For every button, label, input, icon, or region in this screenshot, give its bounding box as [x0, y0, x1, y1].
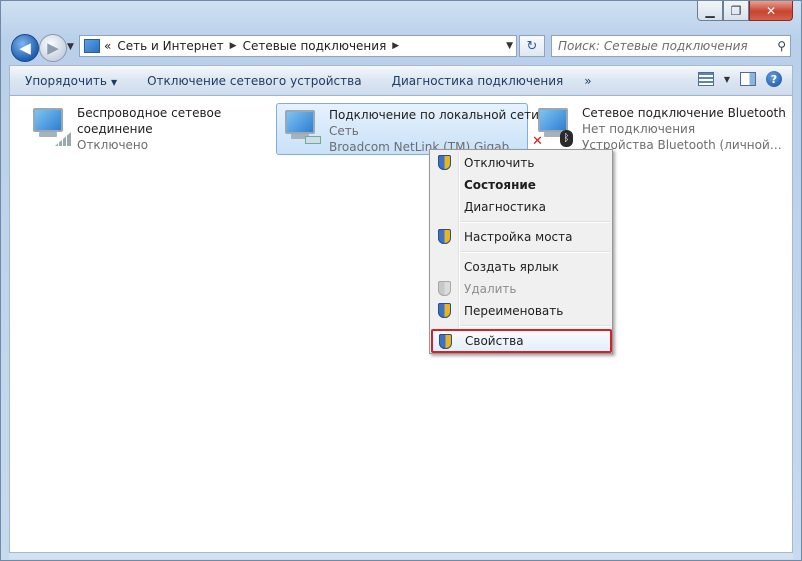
preview-pane-icon[interactable]: [740, 72, 756, 86]
connection-status: Сеть: [329, 124, 359, 138]
back-button[interactable]: ◀: [11, 34, 39, 62]
recent-pages-dropdown[interactable]: ▼: [67, 42, 74, 52]
breadcrumb-network-connections[interactable]: Сетевые подключения: [243, 39, 387, 53]
uac-shield-icon: [438, 155, 451, 170]
disable-device-button[interactable]: Отключение сетевого устройства: [132, 74, 376, 88]
menu-item-label: Создать ярлык: [464, 260, 559, 274]
bluetooth-icon: ᛒ: [560, 130, 573, 147]
lan-network-icon: [277, 104, 323, 148]
connection-item-bluetooth[interactable]: ✕ ᛒ Сетевое подключение Bluetooth Нет по…: [530, 102, 790, 154]
connection-name: Беспроводное сетевое: [77, 106, 222, 120]
menu-item-disable[interactable]: Отключить: [432, 152, 610, 174]
uac-shield-icon: [438, 281, 451, 296]
breadcrumb-overflow[interactable]: «: [104, 39, 111, 53]
change-view-icon[interactable]: [697, 72, 714, 86]
breadcrumb-network-internet[interactable]: Сеть и Интернет: [117, 39, 223, 53]
uac-shield-icon: [438, 229, 451, 244]
explorer-window: ▁ ❐ ✕ ◀ ▶ ▼ « Сеть и Интернет ▶ Сетевые …: [0, 0, 802, 561]
maximize-button[interactable]: ❐: [723, 1, 749, 21]
menu-separator: [460, 325, 610, 327]
context-menu: Отключить Состояние Диагностика Настройк…: [429, 149, 613, 354]
status-bar: [9, 553, 793, 559]
connection-name: Сетевое подключение Bluetooth: [582, 106, 786, 120]
disconnected-x-icon: ✕: [532, 134, 543, 149]
menu-item-rename[interactable]: Переименовать: [432, 300, 610, 322]
breadcrumb-separator-icon[interactable]: ▶: [392, 41, 399, 51]
menu-item-label: Состояние: [464, 178, 536, 192]
toolbar-right-group: ▼ ?: [697, 71, 782, 87]
search-input[interactable]: Поиск: Сетевые подключения ⚲: [551, 35, 791, 57]
refresh-button[interactable]: ↻: [519, 35, 545, 57]
connection-status: Нет подключения: [582, 122, 696, 136]
menu-item-create-shortcut[interactable]: Создать ярлык: [432, 256, 610, 278]
breadcrumb-separator-icon[interactable]: ▶: [230, 41, 237, 51]
menu-item-label: Отключить: [464, 156, 535, 170]
diagnose-connection-button[interactable]: Диагностика подключения: [377, 74, 579, 88]
menu-item-properties[interactable]: Свойства: [431, 329, 612, 353]
connection-status: Отключено: [77, 138, 149, 152]
connection-item-wireless[interactable]: Беспроводное сетевое соединение Отключен…: [25, 102, 245, 154]
connection-name-cont: соединение: [77, 122, 153, 136]
chevron-down-icon: ▼: [110, 77, 118, 87]
navigation-bar: ◀ ▶ ▼ « Сеть и Интернет ▶ Сетевые подклю…: [1, 31, 801, 65]
organize-label: Упорядочить: [25, 73, 107, 88]
address-bar[interactable]: « Сеть и Интернет ▶ Сетевые подключения …: [79, 35, 517, 57]
menu-item-label: Свойства: [465, 334, 524, 348]
command-toolbar: Упорядочить ▼ Отключение сетевого устройс…: [9, 65, 793, 96]
menu-separator: [460, 251, 610, 253]
bluetooth-network-icon: ✕ ᛒ: [530, 102, 576, 149]
menu-item-label: Удалить: [464, 282, 517, 296]
menu-item-label: Настройка моста: [464, 230, 573, 244]
search-icon[interactable]: ⚲: [777, 39, 786, 53]
wireless-network-icon: [25, 102, 71, 146]
uac-shield-icon: [438, 303, 451, 318]
close-button[interactable]: ✕: [749, 1, 793, 21]
breadcrumb: « Сеть и Интернет ▶ Сетевые подключения …: [104, 39, 399, 53]
more-commands-button[interactable]: »: [578, 74, 597, 88]
minimize-button[interactable]: ▁: [697, 1, 723, 21]
menu-item-diagnose[interactable]: Диагностика: [432, 196, 610, 218]
menu-item-bridge[interactable]: Настройка моста: [432, 226, 610, 248]
organize-button[interactable]: Упорядочить ▼: [10, 74, 132, 88]
address-dropdown-icon[interactable]: ▼: [506, 41, 513, 51]
menu-item-label: Диагностика: [464, 200, 547, 214]
menu-item-delete[interactable]: Удалить: [432, 278, 610, 300]
connections-pane: Беспроводное сетевое соединение Отключен…: [9, 96, 793, 553]
caption-buttons: ▁ ❐ ✕: [697, 1, 793, 21]
view-dropdown-icon[interactable]: ▼: [724, 75, 730, 84]
menu-item-status[interactable]: Состояние: [432, 174, 610, 196]
help-icon[interactable]: ?: [766, 71, 782, 87]
uac-shield-icon: [439, 334, 452, 349]
search-placeholder: Поиск: Сетевые подключения: [558, 39, 748, 53]
menu-separator: [460, 221, 610, 223]
forward-button[interactable]: ▶: [39, 34, 67, 62]
connection-item-lan[interactable]: Подключение по локальной сети Сеть Broad…: [276, 103, 539, 155]
connection-name: Подключение по локальной сети: [329, 108, 539, 122]
menu-item-label: Переименовать: [464, 304, 564, 318]
control-panel-icon: [84, 39, 100, 53]
